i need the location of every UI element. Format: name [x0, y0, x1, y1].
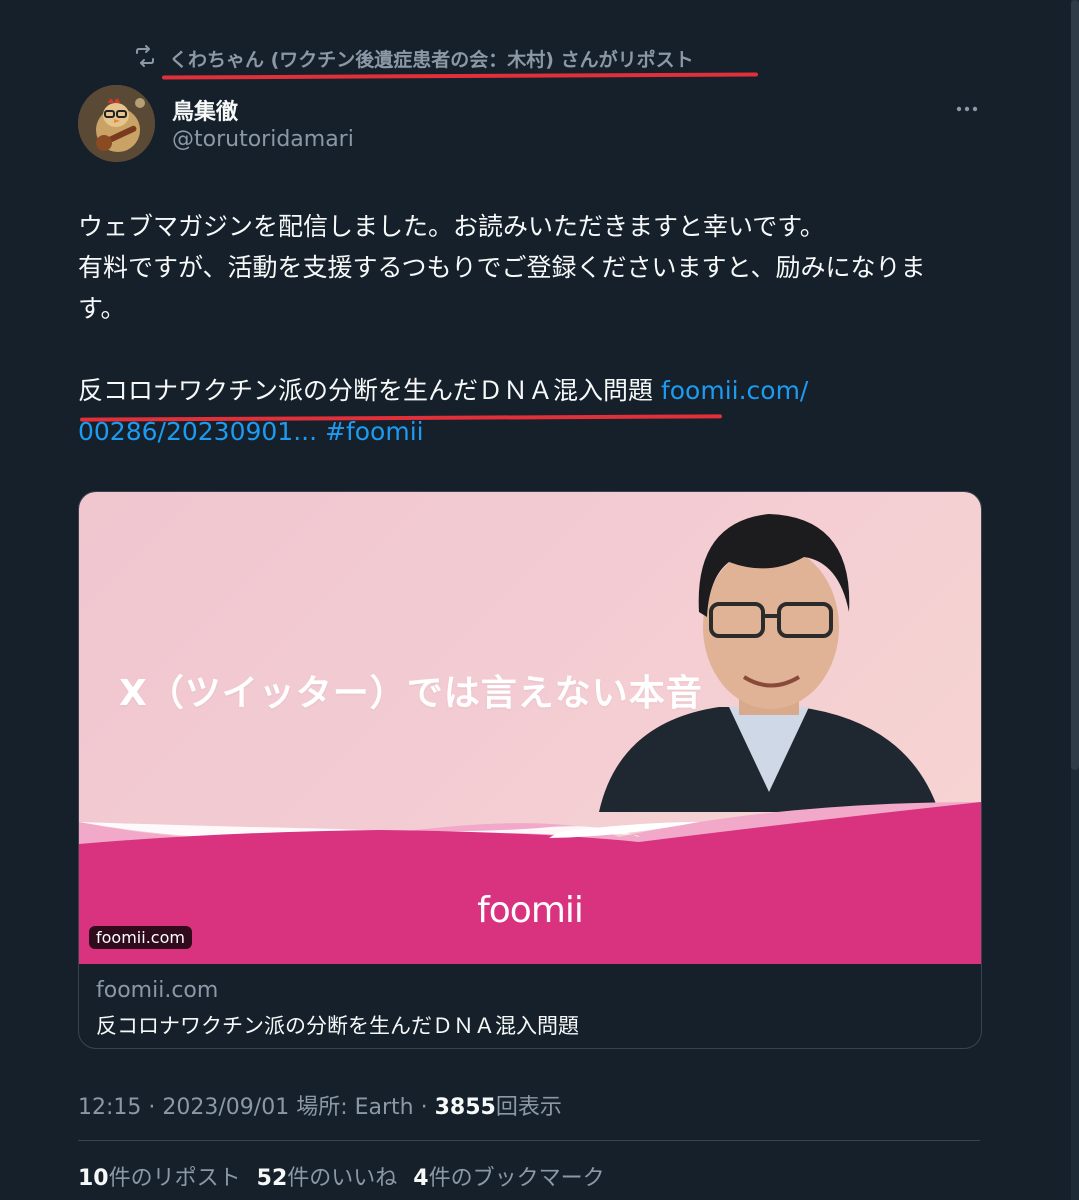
- repost-icon: [133, 44, 157, 73]
- reposts-count: 10: [78, 1166, 109, 1191]
- tweet-link-line: 反コロナワクチン派の分断を生んだＤＮＡ混入問題 foomii.com/: [78, 370, 983, 411]
- domain-badge: foomii.com: [89, 926, 192, 949]
- likes-count: 52: [256, 1166, 288, 1191]
- repost-indicator[interactable]: くわちゃん (ワクチン後遺症患者の会：木村) さんがリポスト: [133, 44, 694, 72]
- avatar-chicken-guitar-icon: [78, 85, 155, 162]
- bookmarks-count: 4: [413, 1166, 429, 1191]
- annotation-underline-repost: [161, 72, 759, 80]
- more-dots-icon: [956, 106, 978, 112]
- card-headline: X（ツイッター）では言えない本音: [119, 673, 703, 714]
- tweet-line: ウェブマガジンを配信しました。お読みいただきますと幸いです。: [78, 212, 825, 241]
- more-options-button[interactable]: [952, 96, 982, 122]
- tweet-line: 有料ですが、活動を支援するつもりでご登録くださいますと、励みになりま: [78, 253, 926, 282]
- divider: [78, 1140, 980, 1141]
- tweet-line: す。: [78, 294, 126, 323]
- reposts-stat[interactable]: 10件のリポスト: [78, 1160, 241, 1192]
- link-card[interactable]: X（ツイッター）では言えない本音 foomii foomii.com foomi…: [78, 491, 982, 1049]
- bookmarks-stat[interactable]: 4件のブックマーク: [413, 1160, 604, 1192]
- reposts-label: 件のリポスト: [108, 1166, 241, 1191]
- display-name[interactable]: 鳥集徹: [172, 94, 238, 126]
- bookmarks-label: 件のブックマーク: [428, 1166, 605, 1191]
- tweet-date[interactable]: 2023/09/01: [162, 1095, 289, 1120]
- hashtag-link[interactable]: #foomii: [325, 417, 424, 446]
- card-domain: foomii.com: [96, 978, 219, 1003]
- foomii-logo: foomii: [477, 890, 584, 931]
- avatar[interactable]: [78, 85, 155, 162]
- repost-label: くわちゃん (ワクチン後遺症患者の会：木村) さんがリポスト: [169, 48, 694, 71]
- article-title-text: 反コロナワクチン派の分断を生んだＤＮＡ混入問題: [78, 376, 661, 405]
- likes-label: 件のいいね: [287, 1166, 398, 1191]
- user-handle[interactable]: @torutoridamari: [172, 127, 354, 152]
- article-link[interactable]: foomii.com/: [661, 376, 808, 405]
- tweet-location: 場所: Earth: [296, 1095, 414, 1120]
- scrollbar[interactable]: [1071, 0, 1079, 1200]
- card-image[interactable]: X（ツイッター）では言えない本音 foomii foomii.com: [79, 492, 981, 964]
- likes-stat[interactable]: 52件のいいね: [257, 1160, 398, 1192]
- views-count: 3855: [434, 1095, 496, 1120]
- scrollbar-thumb[interactable]: [1071, 0, 1079, 770]
- engagement-stats: 10件のリポスト 52件のいいね 4件のブックマーク: [78, 1160, 605, 1192]
- views-label: 回表示: [495, 1095, 562, 1120]
- tweet-time[interactable]: 12:15: [78, 1095, 141, 1120]
- tweet-meta: 12:15 · 2023/09/01 場所: Earth · 3855回表示: [78, 1095, 562, 1120]
- card-title: 反コロナワクチン派の分断を生んだＤＮＡ混入問題: [96, 1014, 579, 1038]
